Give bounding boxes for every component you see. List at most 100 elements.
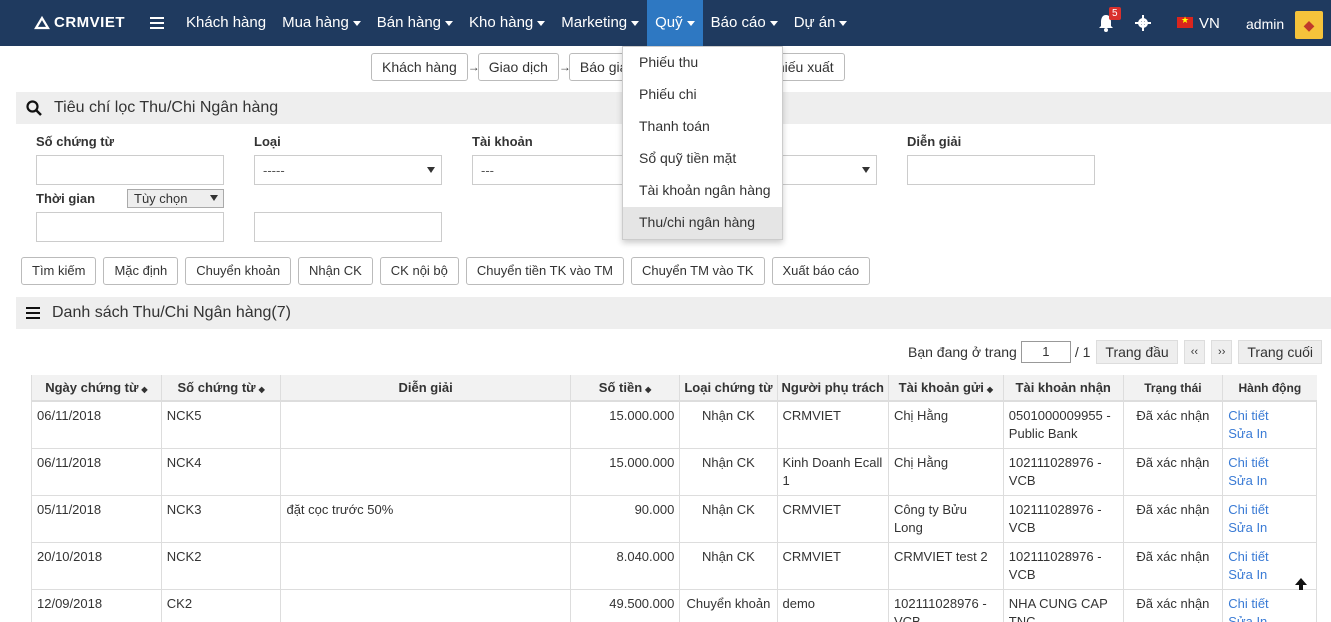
first-page-button[interactable]: Trang đầu (1096, 340, 1178, 364)
action-buttons: Tìm kiếm Mặc định Chuyển khoản Nhận CK CK nộ… (21, 257, 877, 285)
detail-link[interactable]: Chi tiết (1228, 501, 1311, 519)
thoi-gian-select[interactable]: Tùy chọn (127, 189, 224, 208)
edit-link[interactable]: Sửa (1228, 614, 1253, 622)
action-button-6[interactable]: Chuyển TM vào TK (630, 257, 765, 285)
table-header-label: Tài khoản gửi (898, 380, 984, 395)
nav-menu-label: Kho hàng (469, 14, 534, 31)
edit-link[interactable]: Sửa (1228, 426, 1253, 441)
nav-menu-item-2[interactable]: Bán hàng (369, 0, 461, 46)
avatar[interactable]: ◆ (1295, 11, 1323, 39)
cell-owner: demo (776, 589, 889, 622)
action-button-1[interactable]: Mặc định (103, 257, 179, 285)
nav-menu-item-1[interactable]: Mua hàng (274, 0, 369, 46)
cell-desc (280, 589, 571, 622)
date-from-input[interactable] (36, 212, 224, 242)
detail-link[interactable]: Chi tiết (1228, 595, 1311, 613)
nav-menu-item-7[interactable]: Dự án (786, 0, 856, 46)
edit-link[interactable]: Sửa (1228, 473, 1253, 488)
cell-type: Chuyển khoản (679, 589, 778, 622)
print-link[interactable]: In (1256, 567, 1267, 582)
edit-print-links: Sửa In (1228, 519, 1311, 537)
cell-code: NCK3 (160, 495, 282, 543)
dropdown-item-1[interactable]: Phiếu chi (623, 79, 782, 111)
loai-select-value: ----- (263, 163, 285, 178)
nav-menu-item-0[interactable]: Khách hàng (178, 0, 274, 46)
cell-actions: Chi tiết Sửa In (1222, 495, 1317, 543)
cell-date: 12/09/2018 (31, 589, 162, 622)
loai-select[interactable]: ----- (254, 155, 442, 185)
flow-step-1[interactable]: Giao dịch (477, 53, 559, 81)
table-row: 12/09/2018 CK2 49.500.000 Chuyển khoản demo 1… (31, 589, 1317, 622)
table-header-0[interactable]: Ngày chứng từ ◆ (31, 375, 162, 402)
action-button-3[interactable]: Nhận CK (298, 257, 373, 285)
date-to-input[interactable] (254, 212, 442, 242)
table-header-label: Diễn giải (398, 380, 453, 395)
nav-menu-item-4[interactable]: Marketing (553, 0, 647, 46)
table-header-label: Người phụ trách (781, 380, 884, 395)
flow-step-0[interactable]: Khách hàng (371, 53, 468, 81)
edit-print-links: Sửa In (1228, 613, 1311, 622)
action-button-0[interactable]: Tìm kiếm (21, 257, 97, 285)
nav-menu-label: Bán hàng (376, 14, 442, 31)
table-header-label: Loại chứng từ (684, 380, 773, 395)
print-link[interactable]: In (1256, 614, 1267, 622)
action-button-7[interactable]: Xuất báo cáo (771, 257, 871, 285)
print-link[interactable]: In (1256, 520, 1267, 535)
cell-date: 06/11/2018 (31, 448, 162, 496)
dropdown-item-2[interactable]: Thanh toán (623, 111, 782, 143)
hamburger-icon[interactable] (150, 17, 164, 32)
dien-giai-label: Diễn giải (907, 134, 962, 149)
chevron-down-icon (537, 20, 546, 26)
page-input[interactable]: 1 (1020, 341, 1071, 363)
table-header-3[interactable]: Số tiền ◆ (569, 375, 680, 402)
action-button-2[interactable]: Chuyển khoản (185, 257, 292, 285)
detail-link[interactable]: Chi tiết (1228, 407, 1311, 425)
detail-link[interactable]: Chi tiết (1228, 548, 1311, 566)
edit-link[interactable]: Sửa (1228, 520, 1253, 535)
next-page-button[interactable]: ›› (1211, 340, 1233, 364)
print-link[interactable]: In (1256, 426, 1267, 441)
cell-from: Công ty Bửu Long (887, 495, 1004, 543)
nav-menu-label: Báo cáo (710, 14, 766, 31)
action-button-5[interactable]: Chuyển tiền TK vào TM (465, 257, 624, 285)
prev-page-button[interactable]: ‹‹ (1183, 340, 1206, 364)
cell-desc (280, 448, 571, 496)
chevron-down-icon (769, 20, 778, 26)
thoi-gian-label: Thời gian (36, 191, 96, 206)
table-row: 06/11/2018 NCK5 15.000.000 Nhận CK CRMVIET Ch… (31, 400, 1317, 449)
cell-actions: Chi tiết Sửa In (1222, 400, 1317, 449)
cell-amount: 49.500.000 (569, 589, 681, 622)
language-selector[interactable]: VN (1199, 15, 1220, 32)
action-button-4[interactable]: CK nội bộ (379, 257, 459, 285)
dropdown-item-3[interactable]: Sổ quỹ tiền mặt (623, 143, 782, 175)
cell-code: NCK2 (160, 542, 282, 590)
nav-menu-item-6[interactable]: Báo cáo (703, 0, 786, 46)
dropdown-item-5[interactable]: Thu/chi ngân hàng (623, 207, 782, 239)
table-header-1[interactable]: Số chứng từ ◆ (160, 375, 281, 402)
last-page-button[interactable]: Trang cuối (1238, 340, 1322, 364)
brand-logo[interactable]: CRMVIET (34, 14, 125, 31)
cell-date: 20/10/2018 (31, 542, 162, 590)
gear-icon[interactable] (1135, 15, 1151, 34)
table-header-5: Người phụ trách (776, 375, 889, 402)
table-header-7: Tài khoản nhận (1002, 375, 1124, 402)
scroll-top-icon[interactable] (1294, 577, 1308, 596)
print-link[interactable]: In (1256, 473, 1267, 488)
table-header-9: Hành động (1222, 375, 1317, 402)
dropdown-item-4[interactable]: Tài khoản ngân hàng (623, 175, 782, 207)
dropdown-item-0[interactable]: Phiếu thu (623, 47, 782, 79)
nav-menu-item-5[interactable]: Quỹ (647, 0, 703, 46)
edit-link[interactable]: Sửa (1228, 567, 1253, 582)
user-name[interactable]: admin (1246, 16, 1284, 32)
dien-giai-input[interactable] (907, 155, 1095, 185)
vietnam-flag-icon[interactable]: ★ (1177, 15, 1193, 28)
so-chung-tu-input[interactable] (36, 155, 224, 185)
table-header-2: Diễn giải (280, 375, 571, 402)
table-header-6[interactable]: Tài khoản gửi ◆ (887, 375, 1004, 402)
nav-menu-item-3[interactable]: Kho hàng (461, 0, 553, 46)
cell-code: CK2 (160, 589, 282, 622)
main-menu: Khách hàng Mua hàng Bán hàng Kho hàng Market… (178, 0, 855, 46)
cell-to: 102111028976 - VCB (1002, 495, 1124, 543)
detail-link[interactable]: Chi tiết (1228, 454, 1311, 472)
cell-status: Đã xác nhận (1122, 400, 1224, 449)
